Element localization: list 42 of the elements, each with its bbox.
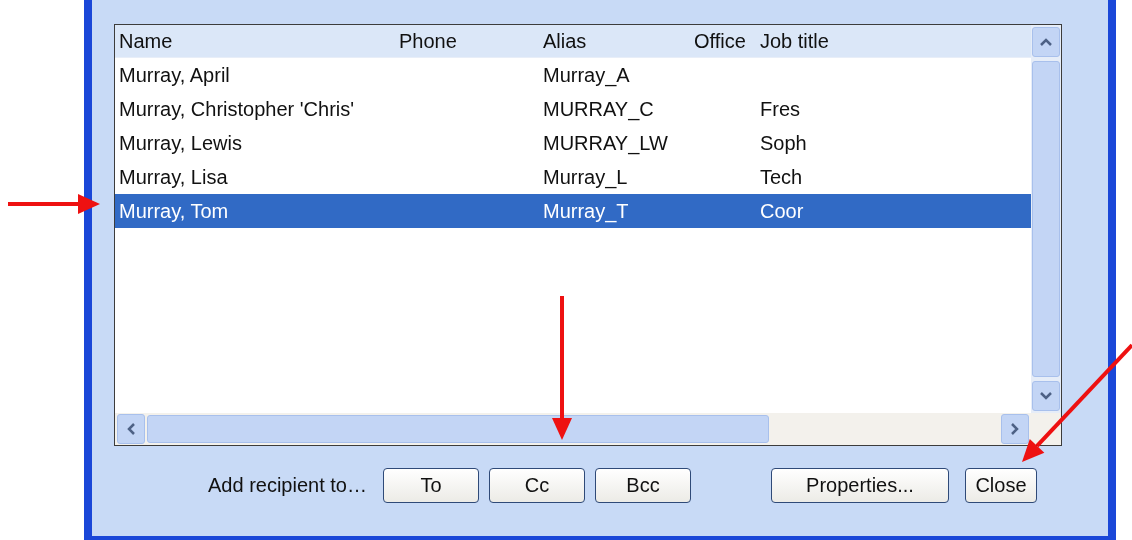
table-cell-text: Murray_L (542, 165, 629, 189)
table-cell-text: Murray, Christopher 'Chris' (118, 97, 356, 121)
table-cell-text: MURRAY_LW (542, 131, 669, 155)
add-recipient-label: Add recipient to… (208, 474, 367, 497)
horizontal-scrollbar[interactable] (115, 413, 1031, 445)
column-header[interactable]: Job title (756, 29, 1031, 53)
table-cell-text: MURRAY_C (542, 97, 655, 121)
scroll-left-button[interactable] (117, 414, 145, 444)
scroll-thumb[interactable] (147, 415, 769, 443)
table-cell-text: Tech (759, 165, 804, 189)
table-cell-text: Murray, Lewis (118, 131, 243, 155)
scroll-right-button[interactable] (1001, 414, 1029, 444)
scroll-up-button[interactable] (1032, 27, 1060, 57)
recipient-button[interactable]: To (383, 468, 479, 503)
list-row[interactable]: Murray, Lisa Murray_L Tech (115, 160, 1031, 194)
table-cell-text: Murray, April (118, 63, 231, 87)
recipient-button[interactable]: Cc (489, 468, 585, 503)
table-cell-text: Soph (759, 131, 808, 155)
caret-down-icon (1040, 392, 1052, 400)
close-button[interactable]: Close (965, 468, 1037, 503)
list-row[interactable]: Murray, Tom Murray_T Coor (115, 194, 1031, 228)
scroll-down-button[interactable] (1032, 381, 1060, 411)
table-cell-text: Fres (759, 97, 801, 121)
scroll-thumb[interactable] (1032, 61, 1060, 377)
table-cell-text: Coor (759, 199, 805, 223)
properties-button[interactable]: Properties... (771, 468, 949, 503)
column-header[interactable]: Name (115, 29, 395, 53)
column-header[interactable]: Phone (395, 29, 539, 53)
table-cell-text: Murray_T (542, 199, 630, 223)
column-header[interactable]: Alias (539, 29, 690, 53)
list-row[interactable]: Murray, Lewis MURRAY_LW Soph (115, 126, 1031, 160)
caret-left-icon (127, 423, 135, 435)
list-row[interactable]: Murray, April Murray_A (115, 58, 1031, 92)
table-cell-text: Murray_A (542, 63, 631, 87)
vertical-scrollbar[interactable] (1031, 25, 1061, 413)
recipient-button[interactable]: Bcc (595, 468, 691, 503)
caret-up-icon (1040, 38, 1052, 46)
list-row[interactable]: Murray, Christopher 'Chris' MURRAY_C Fres (115, 92, 1031, 126)
table-cell-text: Murray, Tom (118, 199, 230, 223)
table-cell-text: Murray, Lisa (118, 165, 229, 189)
column-header[interactable]: Office (690, 29, 756, 53)
caret-right-icon (1011, 423, 1019, 435)
